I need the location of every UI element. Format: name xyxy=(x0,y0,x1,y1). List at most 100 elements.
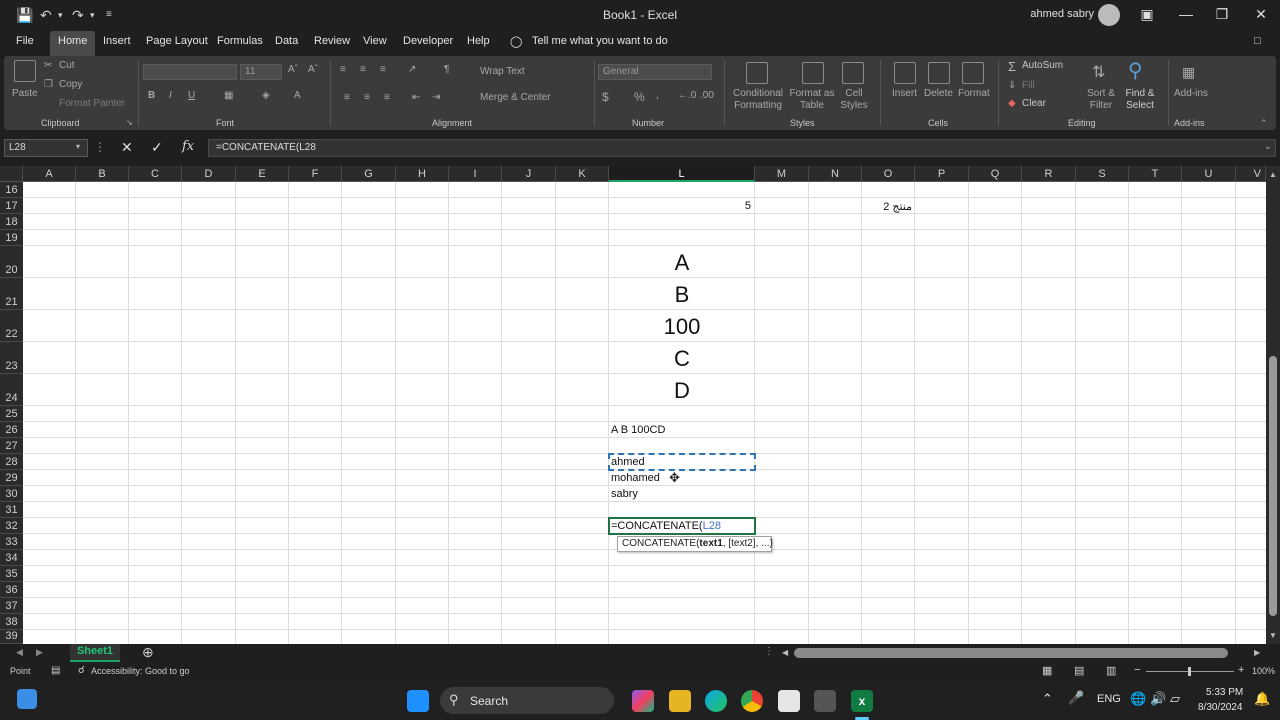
cell-l21[interactable]: B xyxy=(609,282,755,308)
tab-formulas[interactable]: Formulas xyxy=(217,35,263,47)
clipboard-launcher-icon[interactable]: ↘ xyxy=(126,118,133,127)
scroll-left-icon[interactable]: ◀ xyxy=(782,648,788,657)
column-header-t[interactable]: T xyxy=(1129,166,1182,182)
row-header[interactable]: 38 xyxy=(0,614,23,630)
vertical-scrollbar[interactable]: ▲ ▼ xyxy=(1266,166,1280,644)
increase-decimal-icon[interactable]: ←.0 xyxy=(678,90,696,101)
add-sheet-icon[interactable]: ⊕ xyxy=(142,644,154,661)
tab-data[interactable]: Data xyxy=(275,35,298,47)
horizontal-scroll-thumb[interactable] xyxy=(794,648,1228,658)
macro-record-icon[interactable]: ▤ xyxy=(51,665,60,676)
column-header-r[interactable]: R xyxy=(1022,166,1076,182)
zoom-out-icon[interactable]: − xyxy=(1134,664,1140,676)
tray-chevron-icon[interactable]: ⌃ xyxy=(1042,691,1053,707)
comma-icon[interactable]: , xyxy=(656,90,659,101)
row-header[interactable]: 18 xyxy=(0,214,23,230)
column-header-m[interactable]: M xyxy=(755,166,809,182)
collapse-ribbon-icon[interactable]: ⌃ xyxy=(1260,118,1268,129)
page-layout-view-icon[interactable]: ▤ xyxy=(1074,664,1084,677)
italic-icon[interactable]: I xyxy=(169,90,172,101)
paste-button[interactable]: Paste xyxy=(12,88,38,99)
decrease-decimal-icon[interactable]: .00 xyxy=(700,90,714,101)
row-header[interactable]: 21 xyxy=(0,278,23,310)
chrome-icon[interactable] xyxy=(741,690,763,712)
tab-help[interactable]: Help xyxy=(467,35,490,47)
row-header[interactable]: 36 xyxy=(0,582,23,598)
column-header-u[interactable]: U xyxy=(1182,166,1236,182)
font-size-input[interactable]: 11 xyxy=(240,64,282,80)
copy-button[interactable]: Copy xyxy=(59,79,82,90)
insert-cells-button[interactable]: Insert xyxy=(892,88,917,99)
scroll-down-icon[interactable]: ▼ xyxy=(1269,631,1277,640)
column-header-n[interactable]: N xyxy=(809,166,862,182)
column-header-a[interactable]: A xyxy=(23,166,76,182)
row-header[interactable]: 17 xyxy=(0,198,23,214)
row-header[interactable]: 19 xyxy=(0,230,23,246)
addins-button[interactable]: Add-ins xyxy=(1174,88,1208,99)
column-header-k[interactable]: K xyxy=(556,166,609,182)
row-header[interactable]: 25 xyxy=(0,406,23,422)
orientation-icon[interactable]: ↗ xyxy=(408,64,416,75)
tab-split-icon[interactable]: ⋮ xyxy=(764,646,774,657)
row-header[interactable]: 29 xyxy=(0,470,23,486)
column-header-s[interactable]: S xyxy=(1076,166,1129,182)
formula-input[interactable]: =CONCATENATE(L28 xyxy=(208,139,1276,157)
row-header[interactable]: 30 xyxy=(0,486,23,502)
cell-l29[interactable]: mohamed xyxy=(611,472,660,484)
column-header-f[interactable]: F xyxy=(289,166,342,182)
accessibility-icon[interactable]: ☌ xyxy=(78,665,85,676)
tab-file[interactable]: File xyxy=(16,35,34,47)
row-header[interactable]: 20 xyxy=(0,246,23,278)
fill-button[interactable]: Fill xyxy=(1022,80,1035,91)
active-cell-l32[interactable]: =CONCATENATE(L28 xyxy=(608,517,756,535)
restore-icon[interactable]: ❐ xyxy=(1212,6,1232,23)
name-box-dropdown-icon[interactable]: ▾ xyxy=(76,142,80,151)
cell-l23[interactable]: C xyxy=(609,346,755,372)
clock-time[interactable]: 5:33 PM xyxy=(1206,687,1243,698)
microphone-icon[interactable]: 🎤 xyxy=(1068,690,1084,706)
tab-home[interactable]: Home xyxy=(50,31,96,56)
find-select-button[interactable]: Find & Select xyxy=(1120,88,1160,112)
format-painter-button[interactable]: Format Painter xyxy=(59,98,125,109)
excel-taskbar-icon[interactable]: x xyxy=(851,690,873,712)
insert-function-icon[interactable]: fx xyxy=(182,139,194,154)
select-all-corner[interactable] xyxy=(0,166,23,182)
snipping-tool-icon[interactable] xyxy=(778,690,800,712)
cell-l30[interactable]: sabry xyxy=(611,488,638,500)
fill-color-icon[interactable]: ◈ xyxy=(262,90,270,101)
decrease-font-icon[interactable]: Aˇ xyxy=(308,64,318,75)
cell-l17[interactable]: 5 xyxy=(609,200,753,212)
scroll-up-icon[interactable]: ▲ xyxy=(1269,170,1277,179)
align-top-icon[interactable]: ≡ xyxy=(340,64,346,75)
decrease-indent-icon[interactable]: ⇤ xyxy=(412,92,420,103)
merge-center-button[interactable]: Merge & Center xyxy=(480,92,551,103)
column-header-d[interactable]: D xyxy=(182,166,236,182)
column-header-c[interactable]: C xyxy=(129,166,182,182)
network-icon[interactable]: 🌐 xyxy=(1130,691,1146,707)
formula-bar-grip-icon[interactable]: ⋮ xyxy=(94,140,106,154)
sort-filter-button[interactable]: Sort & Filter xyxy=(1084,88,1118,112)
clock-date[interactable]: 8/30/2024 xyxy=(1198,702,1243,713)
zoom-level[interactable]: 100% xyxy=(1252,666,1275,676)
notifications-icon[interactable]: 🔔 xyxy=(1254,691,1270,707)
borders-icon[interactable]: ▦ xyxy=(224,90,233,101)
clear-button[interactable]: Clear xyxy=(1022,98,1046,109)
cell-l28[interactable]: ahmed xyxy=(611,456,645,468)
battery-icon[interactable]: ▱ xyxy=(1170,691,1180,707)
avatar[interactable] xyxy=(1098,4,1120,26)
row-header[interactable]: 33 xyxy=(0,534,23,550)
zoom-in-icon[interactable]: + xyxy=(1238,664,1244,676)
zoom-slider-thumb[interactable] xyxy=(1188,667,1191,676)
cell-l20[interactable]: A xyxy=(609,250,755,276)
row-header[interactable]: 32 xyxy=(0,518,23,534)
increase-font-icon[interactable]: Aˆ xyxy=(288,64,298,75)
column-header-e[interactable]: E xyxy=(236,166,289,182)
column-header-g[interactable]: G xyxy=(342,166,396,182)
minimize-icon[interactable]: — xyxy=(1176,6,1196,22)
column-header-o[interactable]: O xyxy=(862,166,915,182)
copilot-icon[interactable] xyxy=(632,690,654,712)
font-color-icon[interactable]: A xyxy=(294,90,301,101)
row-header[interactable]: 16 xyxy=(0,182,23,198)
tab-developer[interactable]: Developer xyxy=(403,35,453,47)
tab-page-layout[interactable]: Page Layout xyxy=(146,35,208,47)
